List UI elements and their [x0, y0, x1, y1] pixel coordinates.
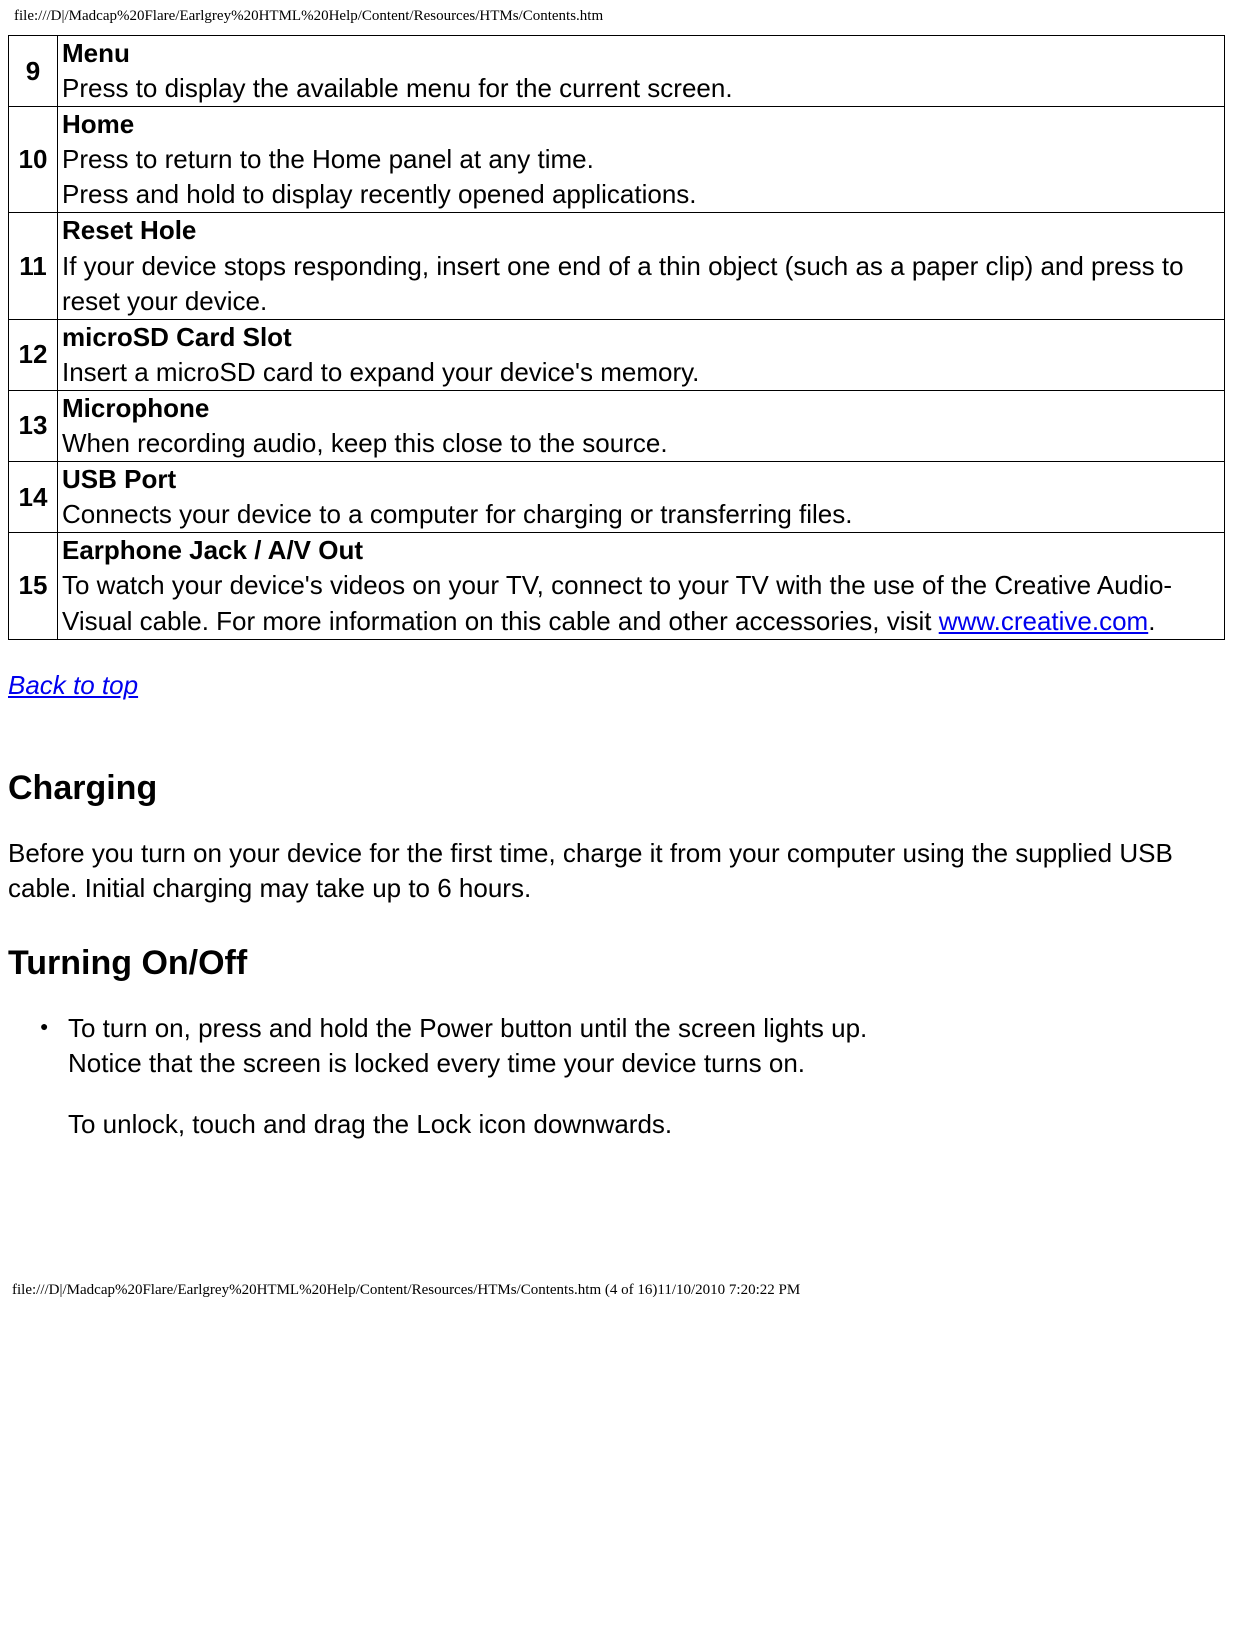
footer-file-path: file:///D|/Madcap%20Flare/Earlgrey%20HTM…	[12, 1282, 1225, 1299]
table-row: 14USB PortConnects your device to a comp…	[9, 462, 1225, 533]
row-number: 12	[9, 319, 58, 390]
row-title: Home	[62, 109, 134, 139]
row-title: Menu	[62, 38, 130, 68]
back-to-top-link[interactable]: Back to top	[8, 670, 138, 701]
row-number: 9	[9, 36, 58, 107]
row-title: Reset Hole	[62, 215, 196, 245]
table-row: 10HomePress to return to the Home panel …	[9, 107, 1225, 213]
turning-bullet-line2: Notice that the screen is locked every t…	[68, 1048, 805, 1078]
table-row: 12microSD Card SlotInsert a microSD card…	[9, 319, 1225, 390]
row-description: microSD Card SlotInsert a microSD card t…	[58, 319, 1225, 390]
row-number: 13	[9, 390, 58, 461]
row-description: Earphone Jack / A/V OutTo watch your dev…	[58, 533, 1225, 639]
table-row: 15Earphone Jack / A/V OutTo watch your d…	[9, 533, 1225, 639]
row-description: Reset HoleIf your device stops respondin…	[58, 213, 1225, 319]
turning-bullet-para2: To unlock, touch and drag the Lock icon …	[68, 1107, 1225, 1142]
row-title: Microphone	[62, 393, 209, 423]
row-number: 15	[9, 533, 58, 639]
row-description: MenuPress to display the available menu …	[58, 36, 1225, 107]
turning-heading: Turning On/Off	[8, 944, 1225, 983]
creative-link[interactable]: www.creative.com	[939, 606, 1149, 636]
header-file-path: file:///D|/Madcap%20Flare/Earlgrey%20HTM…	[14, 8, 1225, 25]
row-title: USB Port	[62, 464, 176, 494]
row-title: microSD Card Slot	[62, 322, 292, 352]
charging-heading: Charging	[8, 769, 1225, 808]
table-row: 13MicrophoneWhen recording audio, keep t…	[9, 390, 1225, 461]
row-description: MicrophoneWhen recording audio, keep thi…	[58, 390, 1225, 461]
charging-body: Before you turn on your device for the f…	[8, 836, 1225, 906]
table-row: 9MenuPress to display the available menu…	[9, 36, 1225, 107]
row-number: 10	[9, 107, 58, 213]
turning-list: To turn on, press and hold the Power but…	[8, 1011, 1225, 1142]
features-table: 9MenuPress to display the available menu…	[8, 35, 1225, 640]
list-item: To turn on, press and hold the Power but…	[68, 1011, 1225, 1142]
row-description: USB PortConnects your device to a comput…	[58, 462, 1225, 533]
turning-bullet-line1: To turn on, press and hold the Power but…	[68, 1013, 867, 1043]
row-title: Earphone Jack / A/V Out	[62, 535, 363, 565]
row-number: 11	[9, 213, 58, 319]
table-row: 11Reset HoleIf your device stops respond…	[9, 213, 1225, 319]
row-description: HomePress to return to the Home panel at…	[58, 107, 1225, 213]
row-number: 14	[9, 462, 58, 533]
